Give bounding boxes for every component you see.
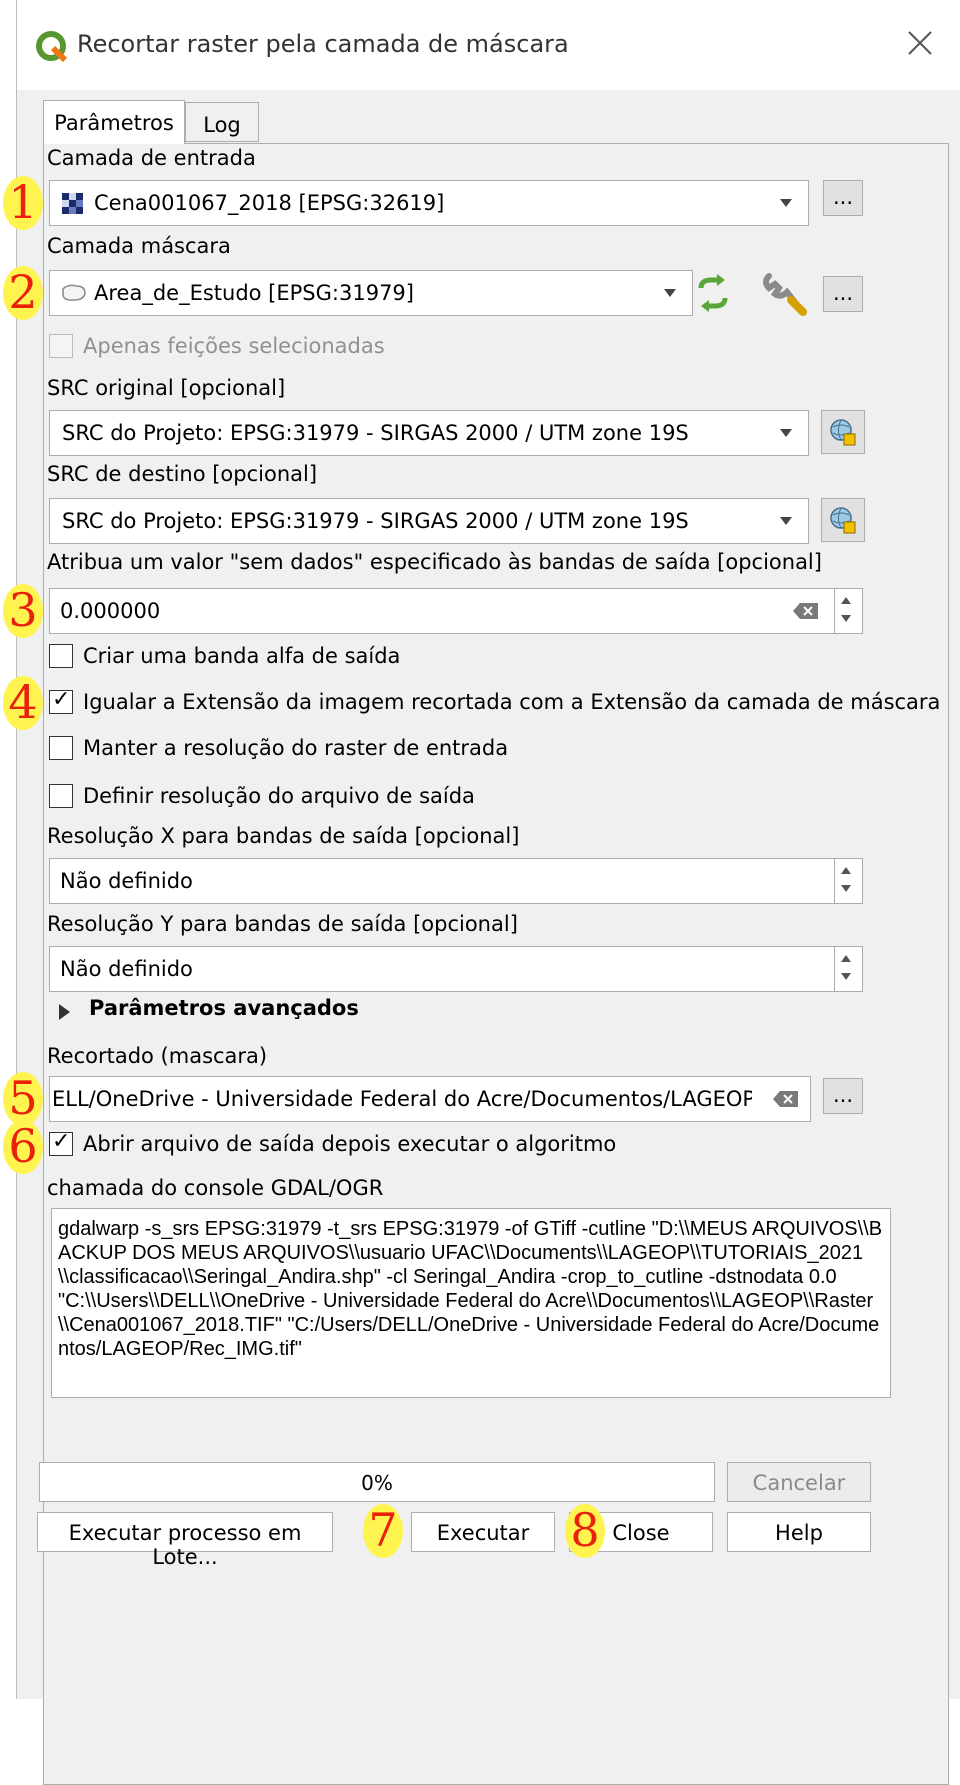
annotation-3: 3: [3, 584, 43, 638]
spin-up-icon[interactable]: [841, 867, 851, 874]
res-y-label: Resolução Y para bandas de saída [opcion…: [47, 912, 518, 936]
keep-resolution-label: Manter a resolução do raster de entrada: [83, 736, 509, 760]
spin-down-icon[interactable]: [841, 615, 851, 622]
selected-features-checkbox[interactable]: [49, 334, 73, 358]
nodata-spinbox-arrows[interactable]: [834, 591, 860, 631]
tab-parametros[interactable]: Parâmetros: [43, 100, 185, 144]
src-destino-label: SRC de destino [opcional]: [47, 462, 318, 486]
wrench-icon[interactable]: [761, 270, 807, 316]
gdal-label: chamada do console GDAL/OGR: [47, 1176, 384, 1200]
src-destino-select-button[interactable]: [821, 498, 865, 542]
res-x-input[interactable]: Não definido: [49, 858, 863, 904]
nodata-label: Atribua um valor "sem dados" especificad…: [47, 550, 822, 574]
advanced-params-toggle[interactable]: Parâmetros avançados: [89, 996, 359, 1020]
match-extent-label: Igualar a Extensão da imagem recortada c…: [83, 690, 941, 714]
annotation-4: 4: [3, 676, 43, 730]
set-resolution-checkbox[interactable]: [49, 784, 73, 808]
annotation-8: 8: [565, 1504, 605, 1558]
qgis-logo-icon: [36, 31, 68, 63]
set-resolution-label: Definir resolução do arquivo de saída: [83, 784, 475, 808]
alpha-band-checkbox[interactable]: [49, 644, 73, 668]
gdal-command-text[interactable]: gdalwarp -s_srs EPSG:31979 -t_srs EPSG:3…: [51, 1208, 891, 1398]
title-bar: Recortar raster pela camada de máscara: [17, 0, 960, 90]
src-original-select-button[interactable]: [821, 410, 865, 454]
annotation-6: 6: [3, 1120, 43, 1174]
tab-label: Parâmetros: [54, 111, 174, 135]
src-destino-combo[interactable]: SRC do Projeto: EPSG:31979 - SIRGAS 2000…: [49, 498, 809, 544]
res-x-label: Resolução X para bandas de saída [opcion…: [47, 824, 520, 848]
annotation-2: 2: [3, 266, 43, 320]
annotation-7: 7: [363, 1504, 403, 1558]
clear-icon[interactable]: [772, 1089, 800, 1109]
polygon-layer-icon: [62, 284, 86, 301]
tab-label: Log: [203, 113, 241, 137]
globe-icon: [830, 507, 856, 534]
run-button[interactable]: Executar: [411, 1512, 555, 1552]
chevron-down-icon: [780, 199, 792, 207]
chevron-down-icon: [664, 289, 676, 297]
selected-features-label: Apenas feições selecionadas: [83, 334, 385, 358]
input-layer-combo[interactable]: Cena001067_2018 [EPSG:32619]: [49, 180, 809, 226]
progress-text: 0%: [361, 1471, 393, 1495]
match-extent-checkbox[interactable]: ✓: [49, 687, 73, 714]
mask-layer-label: Camada máscara: [47, 234, 231, 258]
open-output-checkbox[interactable]: ✓: [49, 1129, 73, 1156]
src-original-value: SRC do Projeto: EPSG:31979 - SIRGAS 2000…: [62, 421, 689, 445]
res-y-input[interactable]: Não definido: [49, 946, 863, 992]
open-output-label: Abrir arquivo de saída depois executar o…: [83, 1132, 617, 1156]
output-path-value: ELL/OneDrive - Universidade Federal do A…: [52, 1087, 752, 1111]
checkmark-icon: ✓: [52, 1129, 71, 1154]
tab-log[interactable]: Log: [185, 102, 259, 142]
mask-layer-browse-button[interactable]: ...: [823, 276, 863, 312]
output-label: Recortado (mascara): [47, 1044, 268, 1068]
progress-bar: 0%: [39, 1462, 715, 1502]
checkmark-icon: ✓: [52, 687, 71, 712]
iterate-icon[interactable]: [693, 274, 733, 312]
output-browse-button[interactable]: ...: [823, 1078, 863, 1114]
spin-up-icon[interactable]: [841, 597, 851, 604]
res-y-spinbox-arrows[interactable]: [834, 949, 860, 989]
input-layer-browse-button[interactable]: ...: [823, 180, 863, 216]
raster-layer-icon: [62, 193, 83, 214]
help-button[interactable]: Help: [727, 1512, 871, 1552]
spin-down-icon[interactable]: [841, 973, 851, 980]
expand-arrow-icon[interactable]: [59, 1004, 70, 1020]
input-layer-label: Camada de entrada: [47, 146, 256, 170]
window-title: Recortar raster pela camada de máscara: [77, 30, 569, 58]
src-original-label: SRC original [opcional]: [47, 376, 286, 400]
annotation-1: 1: [3, 176, 43, 230]
res-y-value: Não definido: [60, 957, 193, 981]
res-x-spinbox-arrows[interactable]: [834, 861, 860, 901]
alpha-band-label: Criar uma banda alfa de saída: [83, 644, 401, 668]
spin-down-icon[interactable]: [841, 885, 851, 892]
nodata-value: 0.000000: [60, 599, 161, 623]
cancel-button[interactable]: Cancelar: [727, 1462, 871, 1502]
src-destino-value: SRC do Projeto: EPSG:31979 - SIRGAS 2000…: [62, 509, 689, 533]
output-path-input[interactable]: ELL/OneDrive - Universidade Federal do A…: [49, 1076, 811, 1122]
batch-process-button[interactable]: Executar processo em Lote...: [37, 1512, 333, 1569]
chevron-down-icon: [780, 517, 792, 525]
close-icon[interactable]: [903, 26, 937, 60]
dialog-window: Recortar raster pela camada de máscara P…: [3, 0, 960, 1785]
mask-layer-value: Area_de_Estudo [EPSG:31979]: [94, 281, 414, 305]
annotation-5: 5: [3, 1072, 43, 1126]
mask-layer-combo[interactable]: Area_de_Estudo [EPSG:31979]: [49, 270, 693, 316]
chevron-down-icon: [780, 429, 792, 437]
globe-icon: [830, 419, 856, 446]
clear-icon[interactable]: [792, 601, 820, 621]
keep-resolution-checkbox[interactable]: [49, 736, 73, 760]
input-layer-value: Cena001067_2018 [EPSG:32619]: [94, 191, 445, 215]
nodata-input[interactable]: 0.000000: [49, 588, 863, 634]
spin-up-icon[interactable]: [841, 955, 851, 962]
res-x-value: Não definido: [60, 869, 193, 893]
src-original-combo[interactable]: SRC do Projeto: EPSG:31979 - SIRGAS 2000…: [49, 410, 809, 456]
